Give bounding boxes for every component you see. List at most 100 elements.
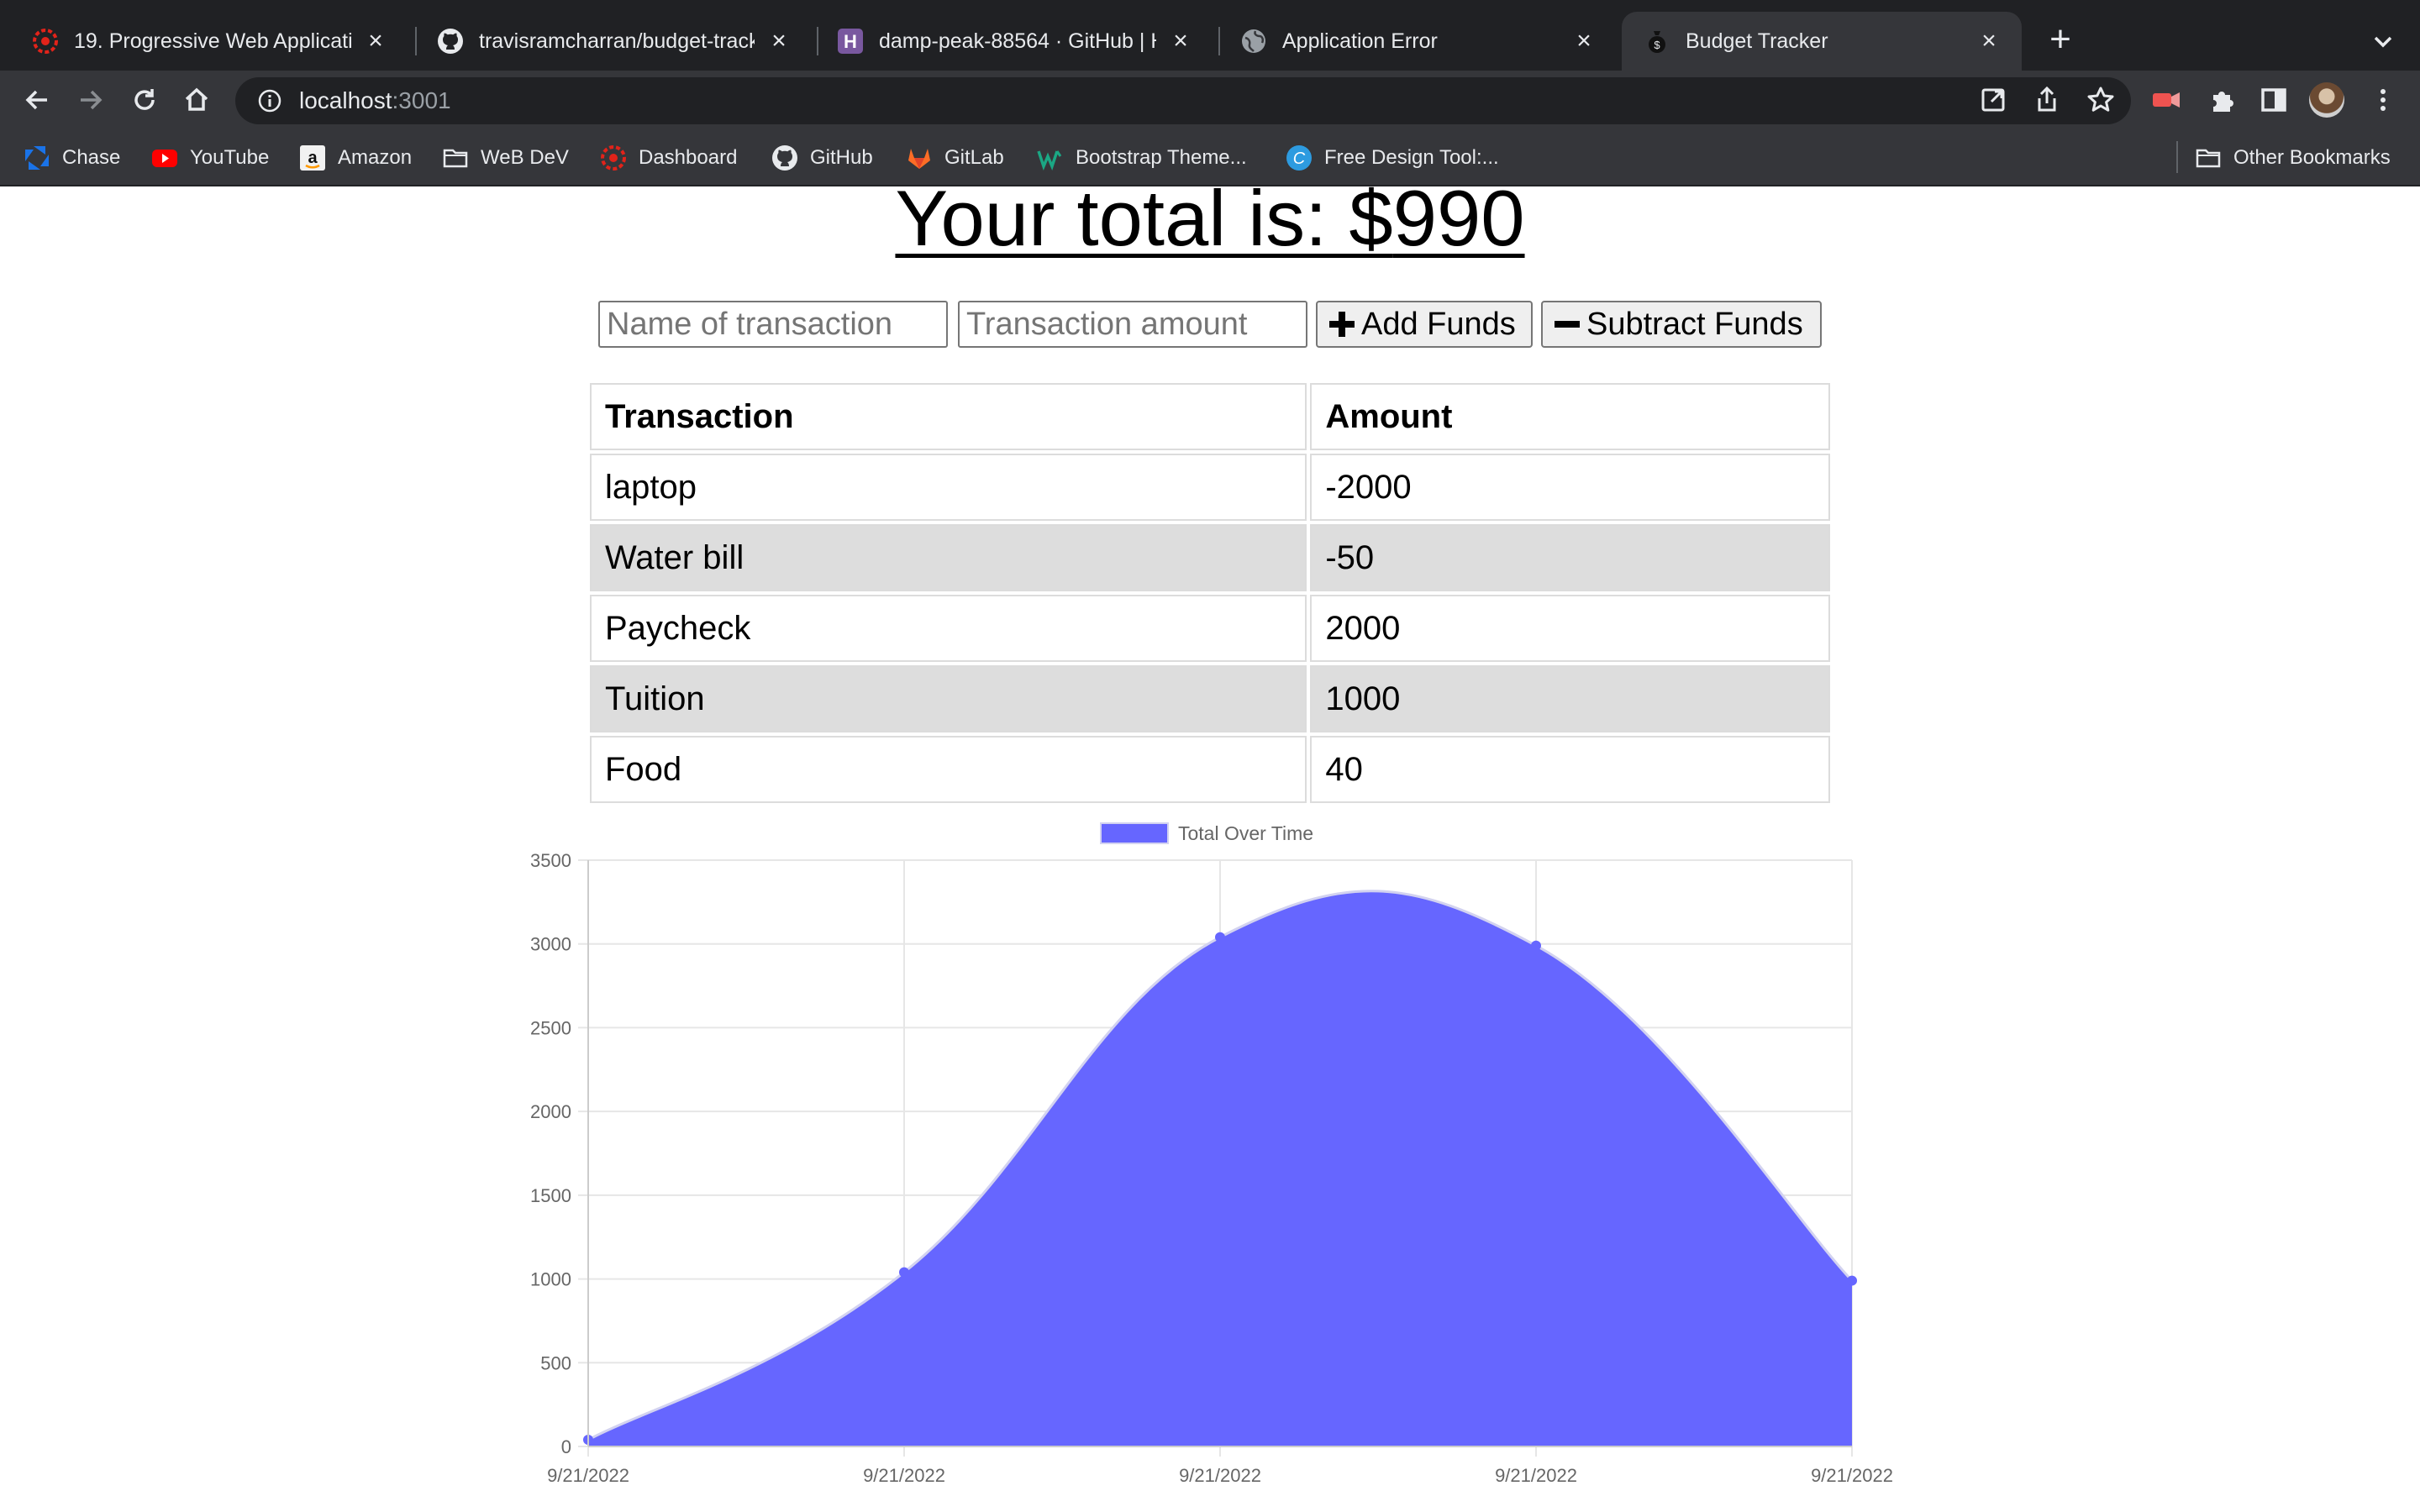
table-row: Food 40 [590, 736, 1830, 803]
other-bookmarks[interactable]: Other Bookmarks [2195, 141, 2391, 175]
info-icon[interactable] [257, 88, 282, 113]
x-tick-label: 9/21/2022 [863, 1465, 945, 1486]
total-value: 990 [1392, 174, 1525, 262]
side-panel-icon[interactable] [2257, 83, 2291, 117]
tab-progressive-web-applications[interactable]: 19. Progressive Web Applicatio × [0, 12, 408, 71]
transaction-amount: 40 [1310, 736, 1830, 803]
close-icon[interactable]: × [1976, 29, 2002, 54]
bookmark-label: Free Design Tool:... [1324, 146, 1499, 169]
forward-arrow-icon[interactable] [74, 83, 108, 117]
profile-avatar[interactable] [2309, 82, 2344, 118]
subtract-funds-label: Subtract Funds [1586, 306, 1803, 342]
tab-title: Budget Tracker [1686, 29, 1828, 53]
table-header-row: Transaction Amount [590, 383, 1830, 450]
new-tab-icon[interactable]: + [2042, 21, 2079, 59]
tab-divider [415, 27, 417, 55]
bookmark-dashboard[interactable]: Dashboard [600, 141, 737, 175]
y-tick-label: 1000 [530, 1269, 571, 1290]
bookmark-gitlab[interactable]: GitLab [906, 141, 1004, 175]
close-icon[interactable]: × [766, 29, 792, 54]
tab-heroku-damp-peak[interactable]: H damp-peak-88564 · GitHub | H × [820, 12, 1213, 71]
address-bar[interactable]: localhost:3001 [235, 77, 2131, 124]
series-area-total-over-time [588, 890, 1852, 1446]
y-tick-label: 1500 [530, 1185, 571, 1206]
wrapbootstrap-icon [1037, 144, 1064, 171]
close-icon[interactable]: × [1571, 29, 1597, 54]
transactions-table: Transaction Amount laptop -2000 Water bi… [587, 380, 1833, 806]
bookmark-folder-web-dev[interactable]: WeB DeV [442, 141, 569, 175]
subtract-funds-button[interactable]: Subtract Funds [1541, 301, 1822, 348]
table-row: Water bill -50 [590, 524, 1830, 591]
tab-title: 19. Progressive Web Applicatio [74, 29, 351, 53]
minus-icon [1555, 312, 1580, 337]
youtube-icon [151, 144, 178, 171]
legend-label: Total Over Time [1178, 822, 1313, 844]
y-tick-label: 2000 [530, 1101, 571, 1122]
data-point [899, 1267, 909, 1278]
tab-github-budget-tracker[interactable]: travisramcharran/budget-track × [420, 12, 812, 71]
folder-icon [442, 144, 469, 171]
tab-application-error[interactable]: Application Error × [1223, 12, 1617, 71]
tab-title: damp-peak-88564 · GitHub | H [879, 29, 1156, 53]
tab-divider [817, 27, 818, 55]
bookmark-label: Bootstrap Theme... [1076, 146, 1247, 169]
total-over-time-chart: 0 500 1000 1500 2000 2500 3000 3500 9/21/2022 9/2… [504, 813, 1916, 1502]
transaction-name: Tuition [590, 665, 1307, 732]
github-icon [437, 28, 464, 55]
back-arrow-icon[interactable] [20, 83, 54, 117]
tab-title: travisramcharran/budget-track [479, 29, 755, 53]
tab-strip: 19. Progressive Web Applicatio × travisr… [0, 0, 2420, 71]
open-in-app-icon[interactable] [1978, 85, 2008, 115]
bookmark-free-design-tool[interactable]: C Free Design Tool:... [1286, 141, 1499, 175]
bookmark-youtube[interactable]: YouTube [151, 141, 269, 175]
chart-canvas: 0 500 1000 1500 2000 2500 3000 3500 9/21/2022 9/2… [530, 822, 1893, 1486]
svg-text:H: H [844, 31, 857, 52]
canva-icon: C [1286, 144, 1313, 171]
share-icon[interactable] [2032, 85, 2062, 115]
bootcamp-icon [600, 144, 627, 171]
close-icon[interactable]: × [363, 29, 388, 54]
svg-text:$: $ [1654, 39, 1660, 51]
tab-budget-tracker[interactable]: $ Budget Tracker × [1622, 12, 2022, 71]
svg-text:C: C [1293, 150, 1306, 168]
bookmarks-divider [2176, 141, 2178, 173]
url-port: :3001 [392, 87, 451, 113]
bookmark-github[interactable]: GitHub [771, 141, 873, 175]
svg-text:a: a [308, 149, 318, 167]
chase-icon [24, 144, 50, 171]
bookmark-bootstrap-theme[interactable]: Bootstrap Theme... [1037, 141, 1247, 175]
home-icon[interactable] [180, 83, 213, 117]
bookmark-chase[interactable]: Chase [24, 141, 120, 175]
table-row: Paycheck 2000 [590, 595, 1830, 662]
heroku-icon: H [837, 28, 864, 55]
transaction-name: Food [590, 736, 1307, 803]
other-bookmarks-label: Other Bookmarks [2233, 146, 2391, 169]
tab-title: Application Error [1282, 29, 1438, 53]
legend-swatch [1100, 822, 1169, 844]
bookmark-amazon[interactable]: a Amazon [299, 141, 412, 175]
browser-toolbar: localhost:3001 [0, 71, 2420, 129]
y-tick-label: 2500 [530, 1017, 571, 1038]
tab-divider [1218, 27, 1220, 55]
transaction-amount-input[interactable] [958, 301, 1307, 348]
chevron-down-icon[interactable] [2366, 25, 2400, 59]
transaction-name-input[interactable] [598, 301, 948, 348]
bookmark-label: YouTube [190, 146, 270, 169]
globe-icon [1240, 28, 1267, 55]
bookmark-label: Chase [62, 146, 121, 169]
data-point [1847, 1275, 1857, 1286]
y-tick-label: 0 [561, 1436, 571, 1457]
bookmark-label: Amazon [338, 146, 413, 169]
close-icon[interactable]: × [1168, 29, 1193, 54]
gitlab-icon [906, 144, 933, 171]
x-tick-label: 9/21/2022 [547, 1465, 629, 1486]
add-funds-button[interactable]: Add Funds [1316, 301, 1533, 348]
kebab-menu-icon[interactable] [2366, 83, 2400, 117]
transaction-amount: 1000 [1310, 665, 1830, 732]
amazon-icon: a [299, 144, 326, 171]
folder-icon [2195, 144, 2222, 171]
screencastify-icon[interactable] [2149, 83, 2183, 117]
extensions-puzzle-icon[interactable] [2205, 83, 2238, 117]
bookmark-star-icon[interactable] [2086, 85, 2116, 115]
reload-icon[interactable] [128, 83, 161, 117]
